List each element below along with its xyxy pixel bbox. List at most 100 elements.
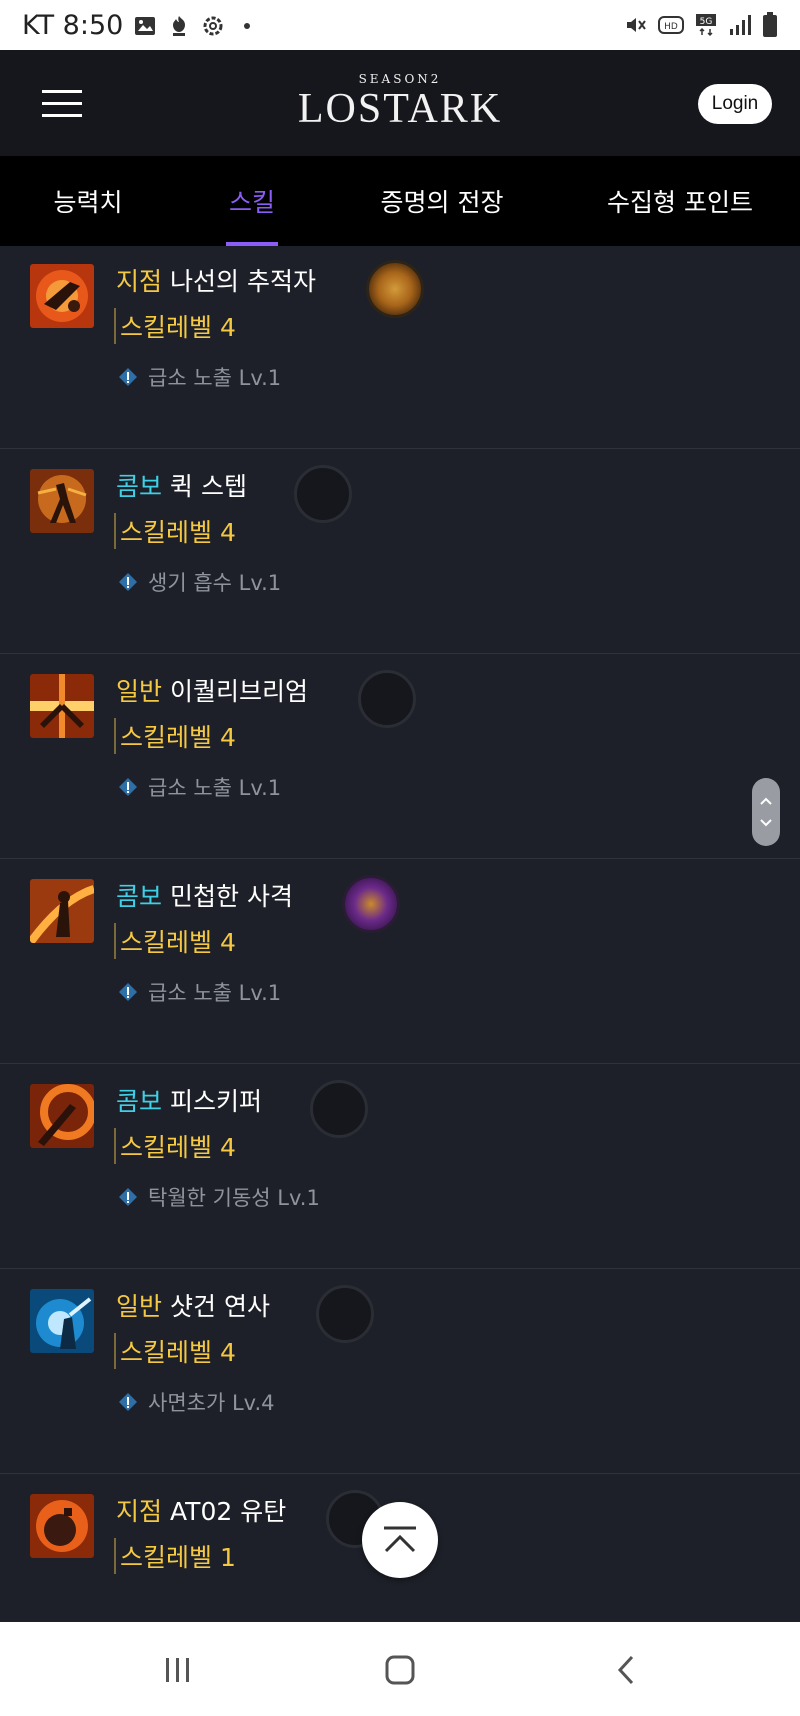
tripod-diamond-icon	[119, 573, 137, 591]
skill-type: 콤보	[116, 1087, 163, 1116]
skill-tripod: 탁월한 기동성 Lv.1	[118, 1182, 320, 1212]
skill-icon-equilibrium	[30, 674, 94, 738]
lostark-logo[interactable]: SEASON2 LOSTARK	[290, 72, 510, 138]
skill-type: 콤보	[116, 882, 163, 911]
skill-row[interactable]: 지점 나선의 추적자 스킬레벨 4 급소 노출 Lv.1	[0, 246, 800, 449]
hd-icon: HD	[658, 16, 684, 34]
system-nav-bar	[0, 1622, 800, 1716]
battery-icon	[763, 12, 777, 37]
skill-type: 지점	[116, 267, 163, 296]
menu-icon[interactable]	[42, 90, 82, 118]
gem-slot[interactable]	[366, 260, 424, 318]
tripod-label: 급소 노출 Lv.1	[148, 981, 282, 1005]
gem-slot[interactable]	[342, 875, 400, 933]
skill-icon-peacekeeper	[30, 1084, 94, 1148]
tab-stats[interactable]: 능력치	[40, 156, 136, 246]
skill-icon-shotgun-barrage	[30, 1289, 94, 1353]
tripod-diamond-icon	[119, 778, 137, 796]
logo-wordmark: LOSTARK	[297, 86, 503, 132]
scroll-to-top-button[interactable]	[362, 1502, 438, 1578]
back-icon	[617, 1655, 634, 1685]
skill-level: 스킬레벨 4	[114, 1333, 236, 1369]
skill-level: 스킬레벨 1	[114, 1538, 236, 1574]
tripod-diamond-icon	[119, 1188, 137, 1206]
skill-type: 콤보	[116, 472, 163, 501]
scroll-handle[interactable]	[752, 778, 780, 846]
logo-season: SEASON2	[358, 72, 442, 86]
skill-title: 콤보 퀵 스텝	[116, 467, 247, 503]
skill-level: 스킬레벨 4	[114, 1128, 236, 1164]
login-button[interactable]: Login	[698, 84, 772, 124]
skill-title: 지점 나선의 추적자	[116, 262, 316, 298]
skill-type: 일반	[116, 677, 163, 706]
svg-text:HD: HD	[664, 22, 678, 32]
tripod-diamond-icon	[119, 1393, 137, 1411]
gem-slot[interactable]	[358, 670, 416, 728]
gem-slot[interactable]	[316, 1285, 374, 1343]
skill-row[interactable]: 콤보 민첩한 사격 스킬레벨 4 급소 노출 Lv.1	[0, 859, 800, 1064]
skill-list: 지점 나선의 추적자 스킬레벨 4 급소 노출 Lv.1 콤보 퀵 스텝 스킬레벨 …	[0, 246, 800, 1622]
skill-title: 지점 AT02 유탄	[116, 1492, 286, 1528]
gem-slot[interactable]	[294, 465, 352, 523]
skill-level: 스킬레벨 4	[114, 513, 236, 549]
skill-title: 일반 샷건 연사	[116, 1287, 270, 1323]
scroll-arrows-icon	[760, 797, 772, 827]
site-header: SEASON2 LOSTARK Login	[0, 50, 800, 156]
skill-icon-spiral-tracker	[30, 264, 94, 328]
tripod-label: 사면초가 Lv.4	[148, 1391, 275, 1415]
dot-icon	[244, 22, 251, 29]
skill-tripod: 생기 흡수 Lv.1	[118, 567, 281, 597]
tripod-label: 급소 노출 Lv.1	[148, 776, 282, 800]
skill-tripod: 급소 노출 Lv.1	[118, 772, 281, 802]
signal-icon	[730, 15, 751, 35]
app-icon	[173, 15, 186, 36]
skill-name: 이퀄리브리엄	[170, 677, 309, 706]
tab-collectibles[interactable]: 수집형 포인트	[604, 156, 756, 246]
tripod-label: 급소 노출 Lv.1	[148, 366, 282, 390]
skill-level: 스킬레벨 4	[114, 308, 236, 344]
back-button[interactable]	[604, 1648, 648, 1692]
recent-apps-button[interactable]	[156, 1648, 200, 1692]
skill-row[interactable]: 콤보 퀵 스텝 스킬레벨 4 생기 흡수 Lv.1	[0, 449, 800, 654]
skill-name: 피스키퍼	[170, 1087, 263, 1116]
gem-slot[interactable]	[310, 1080, 368, 1138]
skill-name: 샷건 연사	[170, 1292, 270, 1321]
skill-tripod: 급소 노출 Lv.1	[118, 977, 281, 1007]
skill-level: 스킬레벨 4	[114, 718, 236, 754]
skill-title: 콤보 민첩한 사격	[116, 877, 293, 913]
skill-type: 지점	[116, 1497, 163, 1526]
skill-tripod: 급소 노출 Lv.1	[118, 362, 281, 392]
arrow-up-icon	[384, 1526, 416, 1553]
skill-name: 나선의 추적자	[170, 267, 316, 296]
skill-level: 스킬레벨 4	[114, 923, 236, 959]
status-bar: KT 8:50 HD 5G	[0, 0, 800, 50]
mute-icon	[627, 18, 646, 32]
tripod-diamond-icon	[119, 983, 137, 1001]
svg-text:5G: 5G	[700, 17, 713, 27]
skill-title: 일반 이퀄리브리엄	[116, 672, 308, 708]
skill-row[interactable]: 일반 이퀄리브리엄 스킬레벨 4 급소 노출 Lv.1	[0, 654, 800, 859]
skill-type: 일반	[116, 1292, 163, 1321]
tab-proving-grounds-label: 증명의 전장	[380, 188, 504, 217]
tab-bar: 능력치 스킬 증명의 전장 수집형 포인트	[0, 156, 800, 246]
recent-apps-icon	[166, 1658, 189, 1682]
tab-collectibles-label: 수집형 포인트	[607, 188, 753, 217]
gallery-icon	[135, 16, 156, 35]
tab-skills[interactable]: 스킬	[226, 156, 278, 246]
home-button[interactable]	[378, 1648, 422, 1692]
skill-name: 퀵 스텝	[170, 472, 247, 501]
skill-icon-grenade	[30, 1494, 94, 1558]
skill-tripod: 사면초가 Lv.4	[118, 1387, 275, 1417]
skill-name: 민첩한 사격	[170, 882, 293, 911]
skill-icon-quick-step	[30, 469, 94, 533]
skill-row[interactable]: 일반 샷건 연사 스킬레벨 4 사면초가 Lv.4	[0, 1269, 800, 1474]
skill-name: AT02 유탄	[170, 1497, 287, 1526]
skill-row[interactable]: 콤보 피스키퍼 스킬레벨 4 탁월한 기동성 Lv.1	[0, 1064, 800, 1269]
tab-proving-grounds[interactable]: 증명의 전장	[380, 156, 504, 246]
skill-icon-agile-shot	[30, 879, 94, 943]
tripod-label: 탁월한 기동성 Lv.1	[148, 1186, 320, 1210]
status-left: KT 8:50	[22, 10, 259, 41]
tab-skills-label: 스킬	[228, 188, 275, 217]
status-right: HD 5G	[624, 12, 778, 38]
home-icon	[385, 1655, 415, 1685]
